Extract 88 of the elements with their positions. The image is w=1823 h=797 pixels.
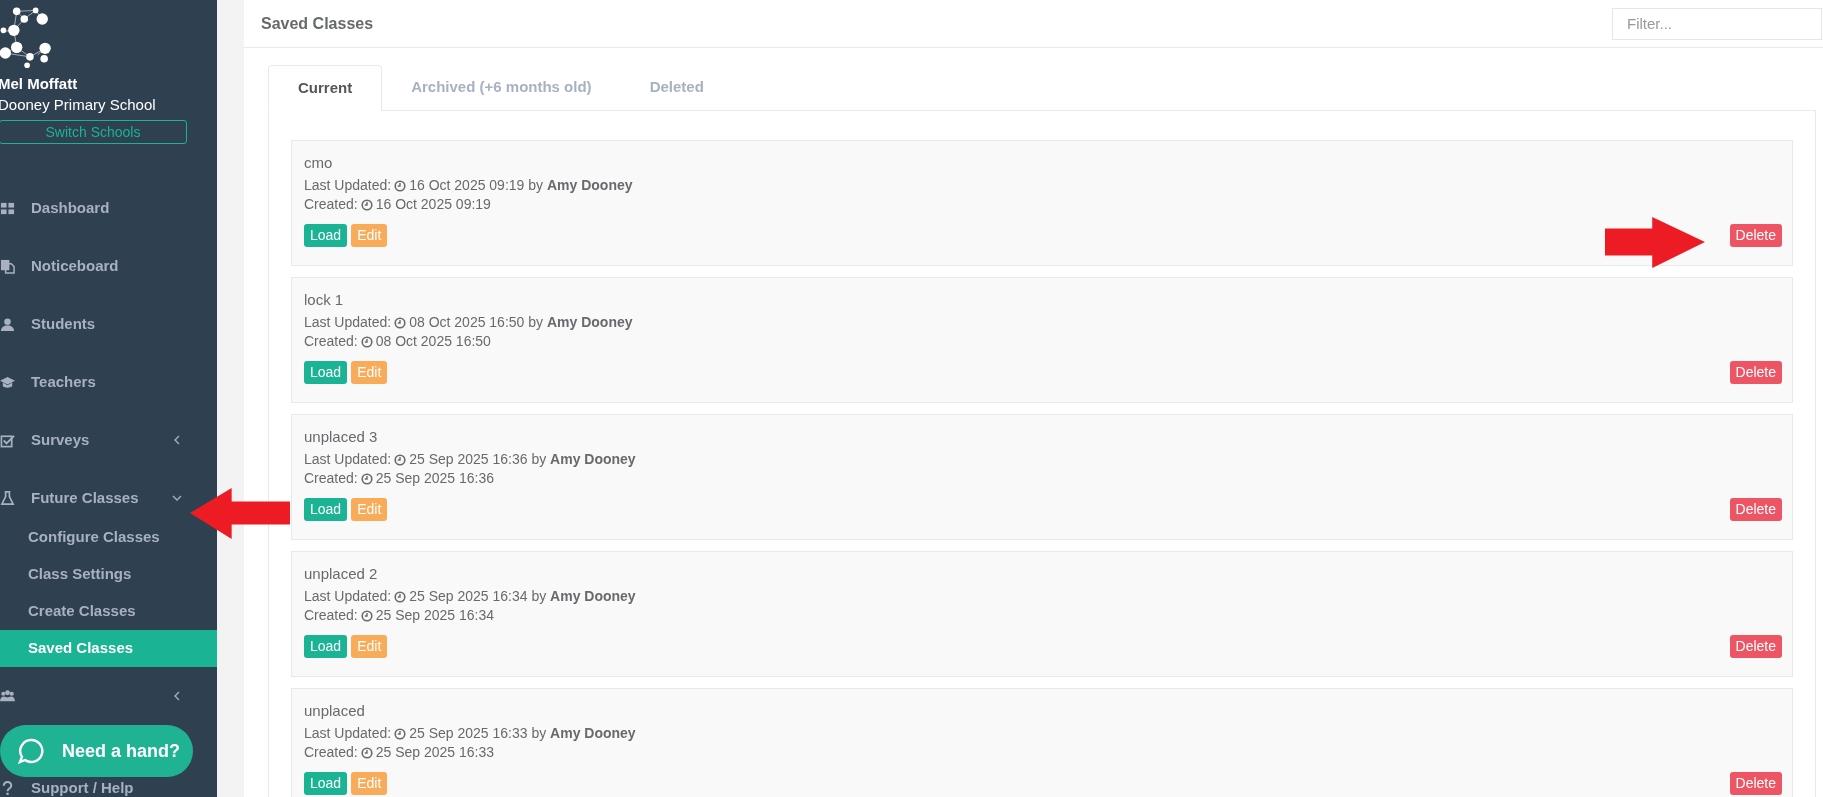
help-chat-button[interactable]: Need a hand?: [0, 725, 193, 777]
class-name: unplaced 3: [304, 427, 379, 447]
documents-icon: [0, 258, 15, 274]
menu-item[interactable]: Students: [0, 313, 186, 335]
filter-field[interactable]: Filter...: [1612, 7, 1822, 40]
edit-button[interactable]: Edit: [351, 635, 388, 658]
tab[interactable]: Deleted: [620, 65, 733, 110]
submenu-item[interactable]: Saved Classes: [0, 630, 217, 667]
menu-label: Dashboard: [31, 197, 110, 218]
menu-item[interactable]: Noticeboard: [0, 255, 186, 277]
clock-icon: [360, 335, 373, 348]
graduation-cap-icon: [0, 374, 15, 390]
edit-button[interactable]: Edit: [351, 772, 388, 795]
submenu-item[interactable]: Configure Classes: [0, 519, 217, 556]
menu-label: Surveys: [31, 429, 90, 450]
created-label: Created:: [304, 743, 358, 762]
question-icon: [0, 780, 15, 796]
submenu-item[interactable]: Create Classes: [0, 593, 217, 630]
school-name: Dooney Primary School: [0, 95, 157, 116]
class-name: cmo: [304, 153, 334, 173]
grid-icon: [0, 200, 15, 216]
user-icon: [0, 316, 15, 332]
updated-text: 25 Sep 2025 16:34 by Amy Dooney: [409, 587, 636, 606]
menu-label: Support / Help: [31, 777, 134, 797]
clock-icon: [394, 179, 407, 192]
delete-button[interactable]: Delete: [1729, 498, 1782, 521]
updated-label: Last Updated:: [304, 450, 392, 469]
updated-text: 08 Oct 2025 16:50 by Amy Dooney: [409, 313, 633, 332]
clock-icon: [360, 472, 373, 485]
load-button[interactable]: Load: [304, 772, 348, 795]
class-name: unplaced: [304, 701, 366, 721]
created-text: 25 Sep 2025 16:34: [375, 606, 495, 625]
created-text: 25 Sep 2025 16:33: [375, 743, 495, 762]
tab[interactable]: Current: [268, 65, 383, 111]
class-name: unplaced 2: [304, 564, 379, 584]
delete-button[interactable]: Delete: [1729, 224, 1782, 247]
menu-item[interactable]: Teachers: [0, 371, 186, 393]
group-icon: [0, 688, 15, 704]
clock-icon: [394, 453, 407, 466]
chevron-left-icon: [172, 691, 182, 701]
chevron-down-icon: [172, 493, 182, 503]
switch-schools-button[interactable]: Switch Schools: [0, 120, 187, 144]
created-text: 25 Sep 2025 16:36: [375, 469, 495, 488]
edit-button[interactable]: Edit: [351, 224, 388, 247]
edit-button[interactable]: Edit: [351, 498, 388, 521]
created-text: 08 Oct 2025 16:50: [375, 332, 491, 351]
delete-button[interactable]: Delete: [1729, 772, 1782, 795]
updated-label: Last Updated:: [304, 176, 392, 195]
created-label: Created:: [304, 195, 358, 214]
menu-item[interactable]: Surveys: [0, 429, 186, 451]
delete-button[interactable]: Delete: [1729, 361, 1782, 384]
edit-button[interactable]: Edit: [351, 361, 388, 384]
clock-icon: [360, 609, 373, 622]
created-label: Created:: [304, 606, 358, 625]
created-text: 16 Oct 2025 09:19: [375, 195, 491, 214]
class-name: lock 1: [304, 290, 345, 310]
delete-button[interactable]: Delete: [1729, 635, 1782, 658]
updated-label: Last Updated:: [304, 724, 392, 743]
tab[interactable]: Archived (+6 months old): [382, 65, 621, 110]
created-label: Created:: [304, 332, 358, 351]
clock-icon: [360, 746, 373, 759]
load-button[interactable]: Load: [304, 361, 348, 384]
chevron-left-icon: [172, 435, 182, 445]
menu-label: Students: [31, 313, 96, 334]
chat-bubble-icon: [18, 738, 44, 764]
clock-icon: [360, 198, 373, 211]
load-button[interactable]: Load: [304, 635, 348, 658]
submenu-item[interactable]: Class Settings: [0, 556, 217, 593]
menu-item[interactable]: Future Classes: [0, 487, 186, 509]
flask-icon: [0, 490, 15, 506]
updated-label: Last Updated:: [304, 313, 392, 332]
menu-label: Future Classes: [31, 487, 139, 508]
updated-text: 25 Sep 2025 16:36 by Amy Dooney: [409, 450, 636, 469]
updated-text: 25 Sep 2025 16:33 by Amy Dooney: [409, 724, 636, 743]
created-label: Created:: [304, 469, 358, 488]
menu-label: Noticeboard: [31, 255, 119, 276]
menu-label: Teachers: [31, 371, 96, 392]
updated-label: Last Updated:: [304, 587, 392, 606]
clock-icon: [394, 590, 407, 603]
checkbox-icon: [0, 432, 15, 448]
clock-icon: [394, 727, 407, 740]
load-button[interactable]: Load: [304, 498, 348, 521]
updated-text: 16 Oct 2025 09:19 by Amy Dooney: [409, 176, 633, 195]
clock-icon: [394, 316, 407, 329]
menu-item[interactable]: Support / Help: [0, 779, 186, 797]
panel-title: Saved Classes: [261, 13, 374, 34]
load-button[interactable]: Load: [304, 224, 348, 247]
menu-item[interactable]: Dashboard: [0, 197, 186, 219]
